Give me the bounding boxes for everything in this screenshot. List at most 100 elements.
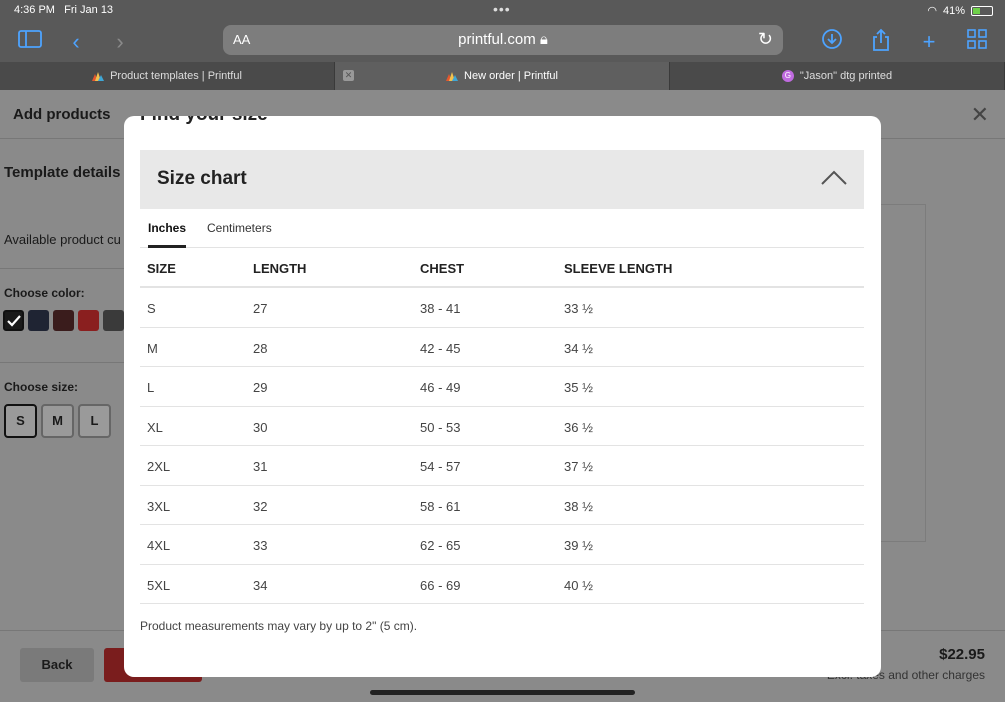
product-preview: [880, 204, 926, 542]
table-cell: 66 - 69: [420, 577, 461, 593]
address-bar[interactable]: AA printful.com 🔒︎ ↻: [223, 25, 783, 55]
color-swatches: [3, 310, 124, 331]
table-cell: S: [147, 301, 156, 316]
table-row: M 28 42 - 45 34 ½: [140, 328, 864, 367]
size-button-l[interactable]: L: [78, 404, 111, 438]
available-products-label: Available product cu: [4, 232, 121, 247]
color-swatch[interactable]: [3, 310, 24, 331]
table-cell: 32: [253, 498, 268, 514]
price-total: $22.95: [939, 646, 985, 663]
close-tab-icon[interactable]: ✕: [343, 70, 354, 81]
table-row: XL 30 50 - 53 36 ½: [140, 407, 864, 446]
new-tab-plus-icon[interactable]: +: [915, 28, 943, 56]
table-cell: 27: [253, 301, 268, 316]
table-cell: 31: [253, 459, 268, 474]
table-cell: 58 - 61: [420, 498, 461, 514]
forward-arrow-icon[interactable]: ›: [106, 28, 134, 56]
table-cell: 38 - 41: [420, 301, 461, 316]
tab-overview-icon[interactable]: [963, 28, 991, 56]
table-cell: 3XL: [147, 498, 171, 514]
table-cell: 62 - 65: [420, 538, 461, 553]
table-row: 5XL 34 66 - 69 40 ½: [140, 565, 864, 604]
table-cell: 46 - 49: [420, 380, 461, 395]
table-row: 4XL 33 62 - 65 39 ½: [140, 525, 864, 565]
choose-size-label: Choose size:: [4, 380, 79, 394]
size-guide-modal: Find your size Size chart Inches Centime…: [124, 116, 881, 677]
battery-icon: [971, 5, 993, 16]
column-header: CHEST: [420, 261, 465, 276]
choose-color-label: Choose color:: [4, 286, 85, 300]
size-chart-accordion[interactable]: Size chart: [140, 150, 864, 209]
lock-icon: 🔒︎: [539, 31, 548, 48]
table-cell: L: [147, 380, 155, 395]
close-icon[interactable]: ✕: [971, 102, 989, 128]
table-cell: 39 ½: [564, 538, 593, 553]
column-header: SIZE: [147, 261, 176, 276]
browser-toolbar: ‹ › AA printful.com 🔒︎ ↻ +: [0, 22, 1005, 62]
table-cell: 2XL: [147, 459, 171, 474]
battery-percent: 41%: [942, 4, 965, 17]
tab-product-templates[interactable]: Product templates | Printful: [0, 62, 335, 90]
modal-title: Find your size: [140, 116, 268, 126]
size-options: S M L: [4, 404, 111, 438]
table-cell: 33: [253, 538, 268, 553]
template-details-heading: Template details: [4, 164, 121, 181]
table-cell: 29: [253, 380, 268, 395]
table-cell: 38 ½: [564, 498, 593, 514]
status-bar: 4:36 PM Fri Jan 13 ••• ◠ 41%: [0, 0, 1005, 22]
download-icon[interactable]: [818, 28, 846, 56]
table-cell: 4XL: [147, 538, 171, 553]
printful-logo-icon: [446, 71, 459, 81]
column-header: SLEEVE LENGTH: [564, 261, 673, 276]
table-cell: 50 - 53: [420, 419, 461, 435]
table-row: S 27 38 - 41 33 ½: [140, 288, 864, 328]
table-cell: 40 ½: [564, 577, 593, 593]
back-arrow-icon[interactable]: ‹: [62, 28, 90, 56]
table-cell: 36 ½: [564, 419, 593, 435]
color-swatch[interactable]: [28, 310, 49, 331]
table-cell: XL: [147, 419, 163, 435]
wifi-icon: ◠: [927, 5, 937, 17]
table-cell: 34 ½: [564, 340, 593, 356]
color-swatch[interactable]: [103, 310, 124, 331]
table-cell: 5XL: [147, 577, 171, 593]
sidebar-icon[interactable]: [16, 28, 44, 56]
table-row: 3XL 32 58 - 61 38 ½: [140, 486, 864, 525]
measurement-note: Product measurements may vary by up to 2…: [140, 619, 418, 633]
table-row: 2XL 31 54 - 57 37 ½: [140, 446, 864, 486]
tab-centimeters[interactable]: Centimeters: [207, 221, 272, 248]
url-text[interactable]: printful.com 🔒︎: [223, 31, 783, 48]
size-button-m[interactable]: M: [41, 404, 74, 438]
color-swatch[interactable]: [78, 310, 99, 331]
size-table: SIZE LENGTH CHEST SLEEVE LENGTH S 27 38 - …: [140, 248, 864, 604]
checkmark-icon: [7, 315, 21, 327]
tab-inches[interactable]: Inches: [148, 221, 187, 248]
table-header-row: SIZE LENGTH CHEST SLEEVE LENGTH: [140, 248, 864, 288]
table-row: L 29 46 - 49 35 ½: [140, 367, 864, 407]
back-button[interactable]: Back: [20, 648, 94, 682]
g-favicon-icon: G: [781, 70, 794, 82]
table-cell: 33 ½: [564, 301, 593, 316]
table-cell: 34: [253, 577, 268, 593]
table-cell: 28: [253, 340, 268, 356]
table-cell: 30: [253, 419, 268, 435]
table-cell: M: [147, 340, 158, 356]
home-indicator[interactable]: [370, 690, 635, 695]
column-header: LENGTH: [253, 261, 307, 276]
tab-jason-dtg[interactable]: G "Jason" dtg printed: [670, 62, 1005, 90]
table-cell: 54 - 57: [420, 459, 461, 474]
table-cell: 37 ½: [564, 459, 593, 474]
size-button-s[interactable]: S: [4, 404, 37, 438]
printful-logo-icon: [92, 71, 105, 81]
reload-icon[interactable]: ↻: [758, 29, 773, 50]
page-title: Add products: [13, 106, 111, 123]
browser-tab-bar: Product templates | Printful ✕ New order…: [0, 62, 1005, 90]
color-swatch[interactable]: [53, 310, 74, 331]
multitask-dots-icon[interactable]: •••: [493, 1, 511, 17]
tab-new-order[interactable]: ✕ New order | Printful: [335, 62, 670, 90]
unit-tabs: Inches Centimeters: [140, 216, 864, 248]
table-cell: 42 - 45: [420, 340, 461, 356]
chevron-up-icon[interactable]: [820, 168, 848, 186]
status-time: 4:36 PM Fri Jan 13: [14, 4, 114, 16]
share-icon[interactable]: [867, 28, 895, 56]
